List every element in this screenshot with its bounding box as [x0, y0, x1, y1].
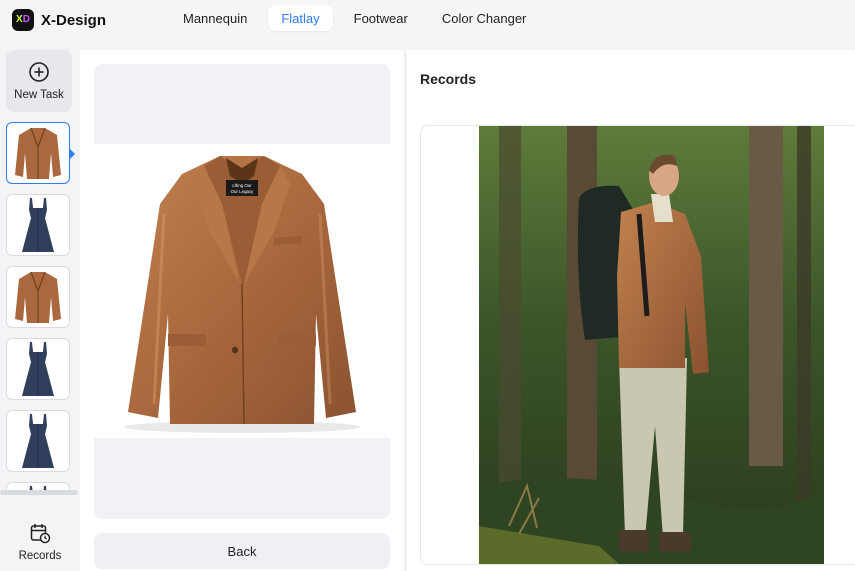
task-thumbnail-list [6, 122, 72, 492]
leather-jacket-image: Lfting Our Our Legacy [124, 156, 360, 433]
plus-circle-icon [29, 62, 49, 82]
feature-tabs: Mannequin Flatlay Footwear Color Changer [170, 5, 539, 31]
brand-name: X-Design [41, 11, 107, 29]
jacket-tag-line2: Our Legacy [231, 189, 255, 194]
denim-dress-thumbnail-icon [22, 342, 54, 396]
records-nav-button[interactable]: Records [8, 522, 72, 562]
records-panel: Records [405, 50, 855, 571]
task-thumbnail-leather-jacket[interactable] [6, 122, 70, 184]
logo-letter-d: D [22, 14, 30, 25]
record-result-card[interactable] [420, 125, 855, 565]
calendar-clock-icon [30, 524, 51, 544]
leather-jacket-thumbnail-icon [15, 271, 61, 323]
leather-jacket-thumbnail-icon [15, 127, 61, 179]
x-design-logo-icon: XD [12, 9, 34, 31]
tab-footwear[interactable]: Footwear [341, 5, 421, 31]
input-panel: Lfting Our Our Legacy Back [80, 50, 404, 571]
records-nav-label: Records [18, 550, 62, 562]
task-thumbnail-denim-dress[interactable] [6, 194, 70, 256]
flatlay-preview: Lfting Our Our Legacy [94, 64, 390, 519]
thumbnail-list-scrollbar[interactable] [0, 490, 78, 495]
logo-letter-x: X [16, 14, 23, 25]
back-button[interactable]: Back [94, 533, 390, 569]
generated-model-forest-image [479, 126, 824, 564]
task-thumbnail-leather-jacket[interactable] [6, 266, 70, 328]
denim-dress-thumbnail-icon [22, 414, 54, 468]
top-navigation-bar: XD X-Design Mannequin Flatlay Footwear C… [0, 0, 855, 44]
tab-color-changer[interactable]: Color Changer [429, 5, 540, 31]
new-task-button[interactable]: New Task [6, 50, 72, 112]
flatlay-jacket-image: Lfting Our Our Legacy [94, 144, 390, 438]
left-sidebar: New Task Records [0, 44, 80, 571]
denim-dress-thumbnail-icon [22, 198, 54, 252]
jacket-tag-line1: Lfting Our [232, 183, 252, 188]
task-thumbnail-denim-dress[interactable] [6, 338, 70, 400]
records-title: Records [420, 71, 477, 87]
new-task-label: New Task [14, 89, 64, 101]
brand[interactable]: XD X-Design [12, 9, 106, 31]
tab-flatlay[interactable]: Flatlay [268, 5, 333, 31]
task-thumbnail-denim-dress[interactable] [6, 410, 70, 472]
selected-thumbnail-indicator [69, 148, 75, 160]
tab-mannequin[interactable]: Mannequin [170, 5, 260, 31]
